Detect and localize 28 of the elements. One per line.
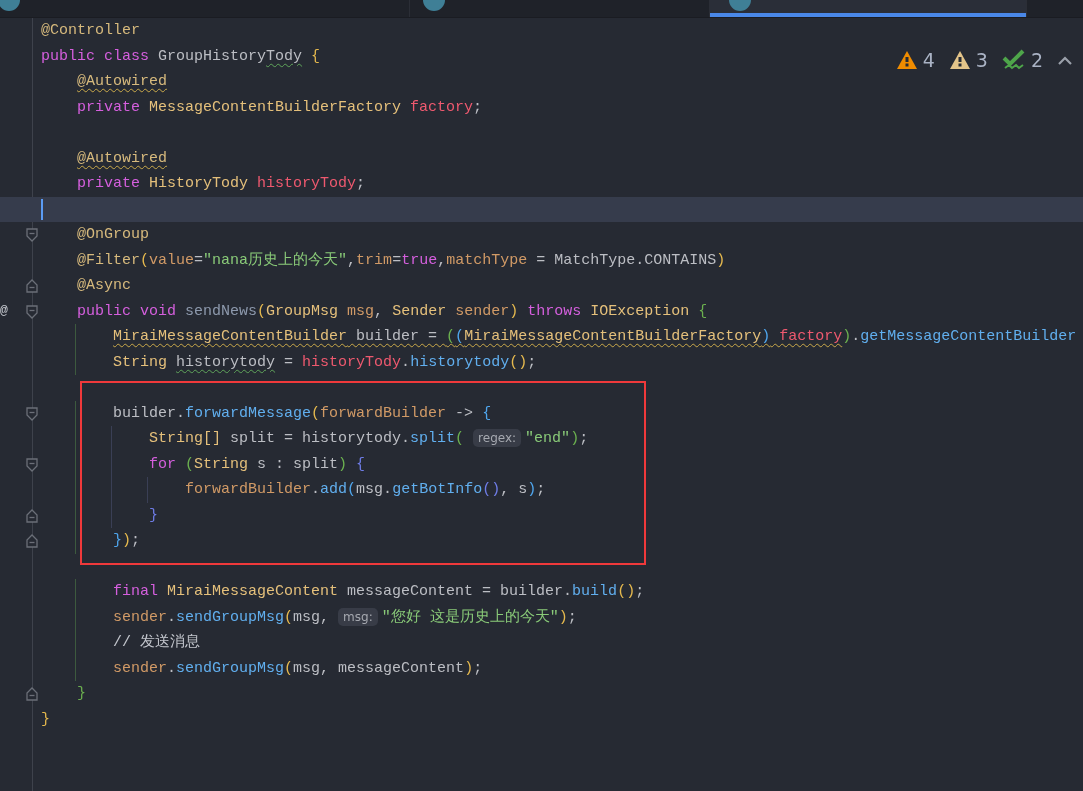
code-line: }: [148, 505, 159, 526]
code-comment: // 发送消息: [112, 632, 201, 653]
code-line: MiraiMessageContentBuilder builder = ((MiraiMessageContentBuilderFactory) factory).getMessageContentBuilder: [112, 327, 1077, 347]
problem-count: 2: [1030, 49, 1043, 71]
code-line: private HistoryTody historyTody;: [76, 174, 366, 194]
code-line: String historytody = historyTody.historytody();: [112, 352, 537, 373]
code-line: @Autowired: [76, 148, 168, 169]
code-line: sender.sendGroupMsg(msg, msg: "您好 这是历史上的今天");: [112, 606, 577, 628]
problem-count: 3: [975, 49, 988, 71]
code-line: public class GroupHistoryTody {: [41, 46, 321, 67]
code-line: final MiraiMessageContent messageContent = builder.build();: [112, 582, 645, 602]
code-line: @Filter(value="nana历史上的今天",trim=true,matchType = MatchType.CONTAINS): [76, 250, 726, 271]
code-line: });: [112, 531, 141, 551]
code-line: String[] split = historytody.split( regex: "end");: [148, 428, 589, 449]
code-line: public void sendNews(GroupMsg msg, Sender sender) throws IOException {: [76, 301, 708, 322]
code-line: @Autowired: [76, 72, 168, 92]
code-line: @OnGroup: [76, 225, 150, 245]
code-line: sender.sendGroupMsg(msg, messageContent);: [112, 658, 483, 679]
code-line: @Async: [76, 276, 132, 296]
override-marker[interactable]: @: [0, 302, 8, 319]
problem-count: 4: [922, 49, 935, 71]
code-line: private MessageContentBuilderFactory factory;: [76, 97, 483, 118]
code-line: for (String s : split) {: [148, 454, 366, 475]
code-line: @Controller: [41, 21, 141, 41]
code-line: forwardBuilder.add(msg.getBotInfo(), s);: [184, 480, 546, 500]
code-line: }: [76, 684, 87, 704]
code-line: builder.forwardMessage(forwardBuilder -> {: [112, 403, 492, 424]
code-line: }: [41, 709, 50, 730]
